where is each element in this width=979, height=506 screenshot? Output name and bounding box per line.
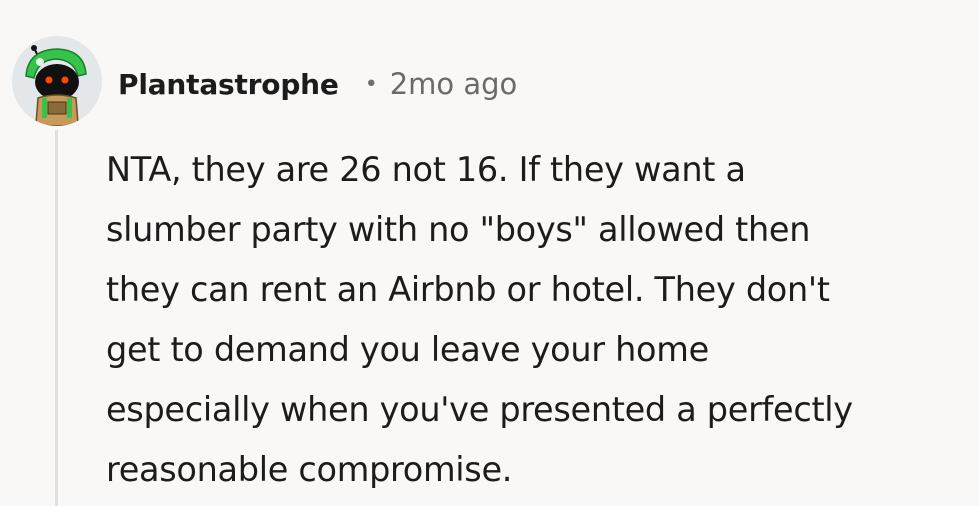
username-link[interactable]: Plantastrophe [118,68,339,101]
comment-body: NTA, they are 26 not 16. If they want a … [106,150,853,489]
timestamp-link[interactable]: 2mo ago [390,67,518,101]
comment: Plantastrophe • 2mo ago NTA, they are 26… [0,0,979,506]
meta-separator: • [364,71,378,97]
thread-line[interactable] [55,130,58,506]
snoo-avatar-icon[interactable] [12,36,102,126]
comment-meta: Plantastrophe • 2mo ago [118,64,517,104]
